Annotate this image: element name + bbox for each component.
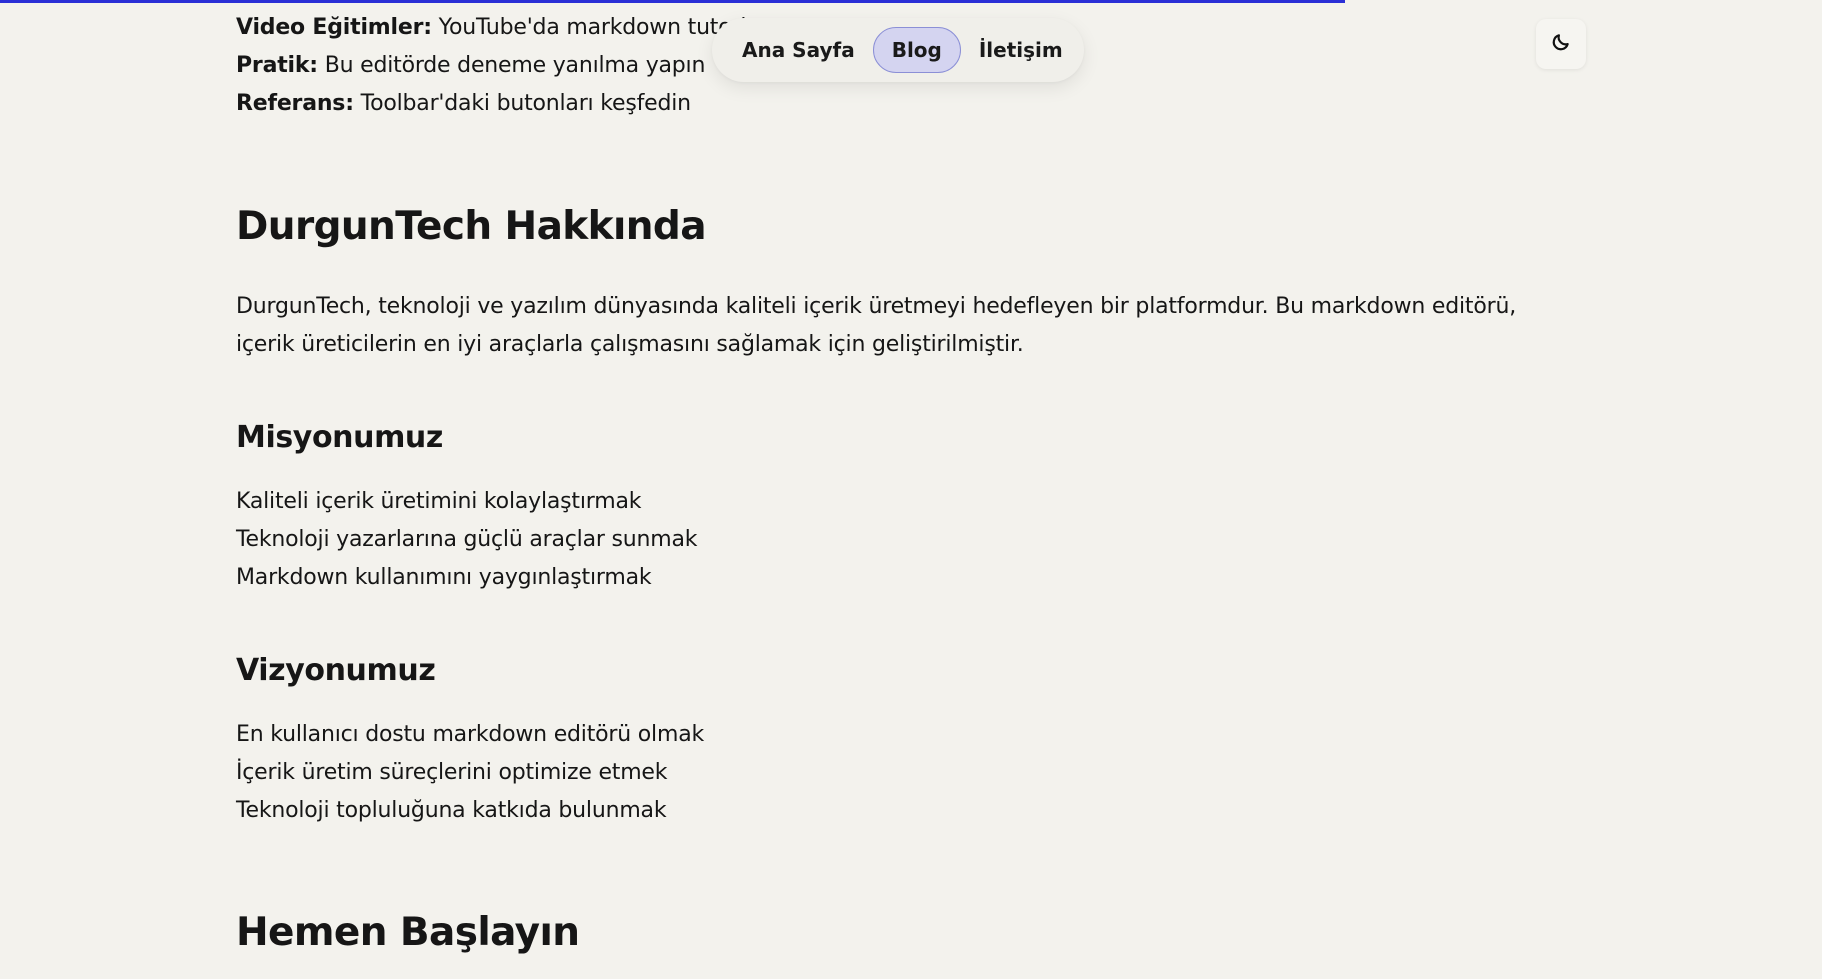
about-paragraph: DurgunTech, teknoloji ve yazılım dünyası…: [236, 294, 1516, 357]
list-item-label: Pratik:: [236, 53, 318, 78]
list-item: Video Eğitimler: YouTube'da markdown tut…: [236, 9, 760, 47]
vision-list: En kullanıcı dostu markdown editörü olma…: [236, 716, 704, 830]
reading-progress-bar: [0, 0, 1345, 3]
main-nav: Ana Sayfa Blog İletişim: [712, 18, 1084, 82]
list-item-label: Video Eğitimler:: [236, 15, 432, 40]
list-item: Kaliteli içerik üretimini kolaylaştırmak: [236, 489, 642, 514]
list-item: Pratik: Bu editörde deneme yanılma yapın: [236, 47, 760, 85]
list-item: En kullanıcı dostu markdown editörü olma…: [236, 722, 705, 747]
list-item: Teknoloji topluluğuna katkıda bulunmak: [236, 798, 667, 823]
tips-list: Video Eğitimler: YouTube'da markdown tut…: [236, 9, 760, 123]
theme-toggle-button[interactable]: [1536, 19, 1586, 69]
get-started-heading: Hemen Başlayın: [236, 910, 580, 955]
nav-blog-link[interactable]: Blog: [872, 27, 961, 73]
list-item: Referans: Toolbar'daki butonları keşfedi…: [236, 85, 760, 123]
list-item: Teknoloji yazarlarına güçlü araçlar sunm…: [236, 527, 698, 552]
list-item-text: Bu editörde deneme yanılma yapın: [324, 53, 706, 78]
moon-icon: [1551, 32, 1571, 56]
nav-contact-link[interactable]: İletişim: [961, 27, 1081, 73]
list-item-text: YouTube'da markdown tutoria: [438, 15, 760, 40]
list-item-label: Referans:: [236, 91, 354, 116]
mission-heading: Misyonumuz: [236, 420, 443, 455]
list-item: İçerik üretim süreçlerini optimize etmek: [236, 760, 668, 785]
vision-heading: Vizyonumuz: [236, 653, 436, 688]
about-heading: DurgunTech Hakkında: [236, 204, 707, 249]
list-item: Markdown kullanımını yaygınlaştırmak: [236, 565, 652, 590]
mission-list: Kaliteli içerik üretimini kolaylaştırmak…: [236, 483, 698, 597]
nav-home-link[interactable]: Ana Sayfa: [724, 27, 873, 73]
list-item-text: Toolbar'daki butonları keşfedin: [360, 91, 692, 116]
